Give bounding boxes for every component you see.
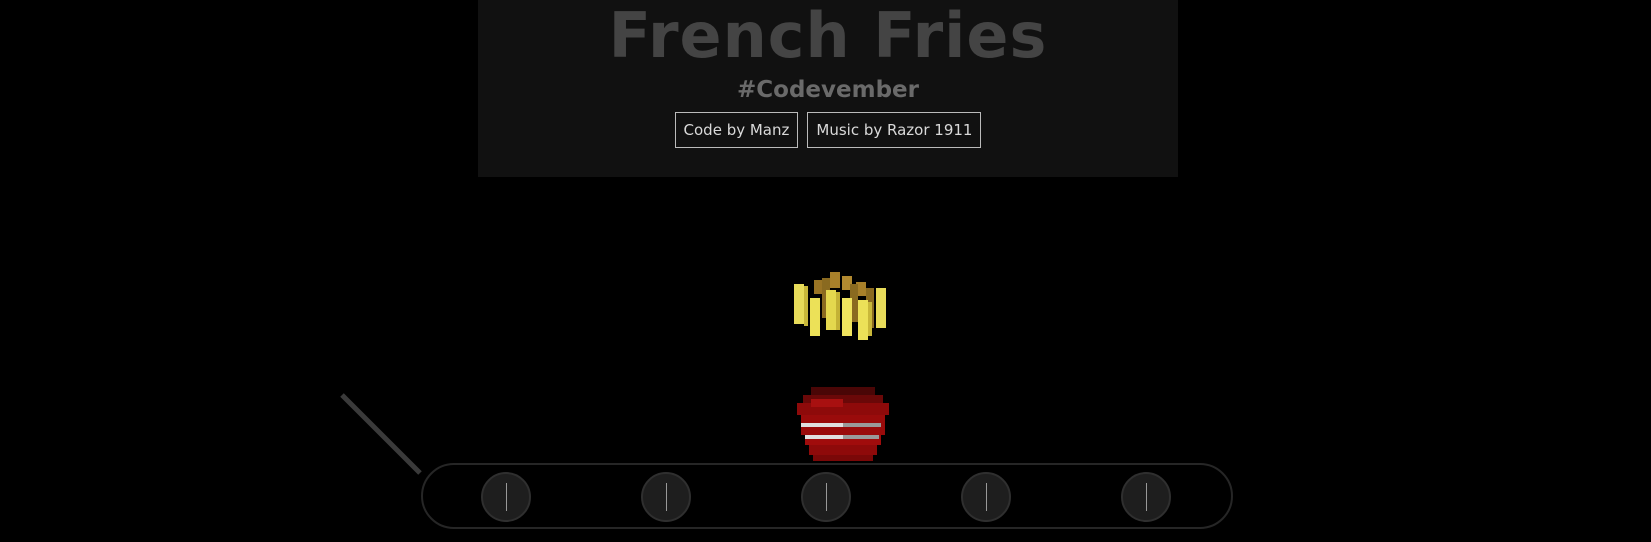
- stage: French Fries #Codevember Code by Manz Mu…: [0, 0, 1651, 542]
- page-subtitle: #Codevember: [737, 77, 919, 103]
- header-panel: French Fries #Codevember Code by Manz Mu…: [478, 0, 1178, 177]
- fry: [826, 290, 836, 330]
- conveyor-belt: [421, 463, 1233, 529]
- fry: [858, 300, 868, 340]
- bucket-stripe: [805, 435, 843, 439]
- roller: [1121, 472, 1171, 522]
- roller: [961, 472, 1011, 522]
- roller: [481, 472, 531, 522]
- dispenser-arm: [340, 393, 422, 475]
- fries-bucket: [797, 387, 889, 461]
- arm-line: [340, 393, 422, 475]
- bucket-stripe: [843, 435, 879, 439]
- bucket-stripe: [843, 423, 881, 427]
- page-title: French Fries: [608, 0, 1048, 72]
- french-fries: [794, 272, 886, 340]
- credits: Code by Manz Music by Razor 1911: [478, 112, 1178, 148]
- bucket-base: [809, 445, 877, 455]
- fry-tip: [830, 272, 840, 288]
- music-credit-link[interactable]: Music by Razor 1911: [807, 112, 982, 148]
- bucket-rim: [811, 387, 875, 395]
- bucket-highlight: [811, 399, 843, 407]
- fry: [876, 288, 886, 328]
- fry-shade: [868, 302, 872, 336]
- code-credit-link[interactable]: Code by Manz: [674, 112, 799, 148]
- bucket-stripe: [801, 423, 843, 427]
- roller: [801, 472, 851, 522]
- fry: [842, 298, 852, 336]
- fry-shade: [836, 292, 840, 330]
- fry: [794, 284, 804, 324]
- fry-shade: [804, 286, 808, 326]
- roller: [641, 472, 691, 522]
- bucket-base: [813, 455, 873, 461]
- fry: [810, 298, 820, 336]
